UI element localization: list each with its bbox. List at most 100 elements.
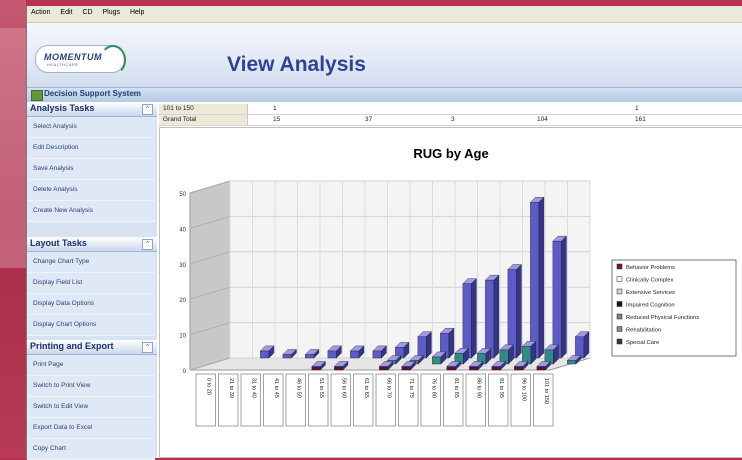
- task-save-analysis[interactable]: Save Analysis: [27, 159, 155, 180]
- x-tick-label: 76 to 80: [430, 378, 436, 398]
- chart-bar-front: [417, 336, 427, 359]
- x-tick-label: 56 to 60: [340, 378, 346, 398]
- chart-bar-front: [485, 279, 495, 359]
- grid-row-label[interactable]: 101 to 150: [159, 104, 248, 114]
- legend-label: Behavior Problems: [626, 265, 675, 271]
- chart-bar: [544, 344, 559, 365]
- x-tick-label: 91 to 95: [498, 378, 504, 398]
- chart-bar: [529, 196, 545, 359]
- task-delete-analysis[interactable]: Delete Analysis: [27, 180, 155, 201]
- chart-bar-front: [372, 350, 382, 359]
- chart-bar-front: [260, 350, 270, 359]
- task-print-page[interactable]: Print Page: [27, 355, 155, 376]
- chart-bar-front: [432, 356, 442, 365]
- legend-label: Impaired Cognition: [626, 303, 675, 309]
- legend-label: Extensive Services: [626, 290, 675, 296]
- chart-bar-front: [327, 350, 337, 359]
- task-display-field-list[interactable]: Display Field List: [27, 273, 155, 294]
- legend-swatch: [616, 263, 623, 270]
- y-tick-label: 40: [179, 227, 186, 233]
- task-switch-edit-view[interactable]: Switch to Edit View: [27, 397, 155, 418]
- x-tick-label: 41 to 45: [273, 378, 279, 398]
- app-window: Action Edit CD Plugs Help MOMENTUM HEALT…: [26, 6, 742, 460]
- task-create-new-analysis[interactable]: Create New Analysis: [27, 201, 155, 222]
- logo-tagline: HEALTHCARE: [47, 62, 79, 67]
- row-label-text: Grand Total: [163, 116, 197, 123]
- collapse-icon[interactable]: ^: [142, 239, 153, 250]
- task-copy-chart[interactable]: Copy Chart: [27, 439, 155, 460]
- task-switch-print-view[interactable]: Switch to Print View: [27, 376, 155, 397]
- collapse-icon[interactable]: ^: [142, 342, 153, 353]
- section-printing-export[interactable]: Printing and Export ^: [27, 340, 157, 355]
- legend-label: Reduced Physical Functions: [626, 315, 699, 321]
- dss-bar: Decision Support System: [27, 87, 742, 102]
- task-edit-description[interactable]: Edit Description: [27, 138, 155, 159]
- x-tick-label: 71 to 75: [408, 378, 414, 398]
- task-label: Display Field List: [33, 279, 83, 286]
- chart-bar-side: [538, 196, 545, 359]
- chart-bar-side: [448, 327, 455, 359]
- collapse-icon[interactable]: ^: [142, 104, 153, 115]
- legend-swatch: [616, 288, 623, 295]
- logo: MOMENTUM HEALTHCARE: [35, 45, 126, 75]
- chart-bar-front: [311, 366, 321, 371]
- grid-cell: 37: [365, 116, 373, 123]
- grid-cell: 15: [273, 116, 281, 123]
- task-change-chart-type[interactable]: Change Chart Type: [27, 252, 155, 273]
- x-tick-label: 46 to 50: [295, 378, 301, 398]
- grid-row: Grand Total 15 37 3 104 161: [159, 115, 742, 126]
- y-tick-label: 20: [179, 298, 186, 304]
- task-label: Switch to Print View: [33, 382, 91, 389]
- task-label: Display Data Options: [33, 300, 95, 307]
- grid-row: 101 to 150 1 1: [159, 104, 742, 115]
- task-export-excel[interactable]: Export Data to Excel: [27, 418, 155, 439]
- chart-bar-side: [471, 278, 477, 359]
- menu-edit[interactable]: Edit: [56, 6, 76, 16]
- grid-row-label[interactable]: Grand Total: [159, 115, 248, 125]
- logo-ring-icon: [100, 45, 126, 75]
- task-display-data-options[interactable]: Display Data Options: [27, 294, 155, 315]
- grid-cell: 161: [635, 116, 646, 123]
- chart-bar: [552, 235, 567, 359]
- chart-panel: RUG by Age 0 10 20 30 40 50 0 to 20 21 to 30 31 t…: [159, 127, 742, 458]
- chart-bar-side: [493, 274, 500, 359]
- legend-swatch: [616, 326, 623, 332]
- x-tick-label: 86 to 90: [475, 378, 481, 398]
- section-title: Analysis Tasks: [30, 103, 95, 113]
- section-title: Printing and Export: [30, 341, 114, 351]
- menu-plugs[interactable]: Plugs: [99, 6, 125, 16]
- chart-bar-front: [536, 366, 546, 371]
- legend-swatch: [616, 276, 623, 282]
- chart-bar-front: [462, 283, 472, 359]
- dss-label: Decision Support System: [44, 89, 141, 98]
- menu-action[interactable]: Action: [27, 6, 54, 16]
- legend-label: Special Care: [626, 340, 659, 346]
- task-label: Edit Description: [33, 144, 79, 151]
- chart-bar: [574, 331, 590, 359]
- task-display-chart-options[interactable]: Display Chart Options: [27, 315, 155, 336]
- chart-svg: RUG by Age 0 10 20 30 40 50 0 to 20 21 to 30 31 t…: [179, 146, 737, 427]
- chart-bar-side: [516, 264, 522, 359]
- x-tick-label: 66 to 70: [385, 378, 391, 398]
- chart-bar-front: [552, 240, 562, 359]
- y-tick-label: 0: [183, 369, 187, 375]
- task-label: Save Analysis: [33, 165, 74, 172]
- chart-bar: [521, 340, 537, 365]
- legend-label: Clinically Complex: [626, 278, 673, 284]
- x-tick-label: 81 to 85: [453, 378, 459, 398]
- dss-icon: [31, 90, 43, 101]
- section-analysis-tasks[interactable]: Analysis Tasks ^: [27, 102, 157, 117]
- menu-cd[interactable]: CD: [78, 6, 96, 16]
- chart-bar-front: [514, 366, 524, 371]
- task-label: Copy Chart: [33, 445, 66, 452]
- chart-bar: [484, 274, 500, 359]
- task-label: Export Data to Excel: [33, 424, 93, 431]
- row-label-text: 101 to 150: [163, 105, 194, 112]
- chart-bar-front: [379, 366, 389, 371]
- task-select-analysis[interactable]: Select Analysis: [27, 117, 155, 138]
- menu-help[interactable]: Help: [126, 6, 148, 16]
- chart-bar: [462, 278, 477, 359]
- y-tick-label: 50: [179, 192, 186, 198]
- chart-bar-front: [446, 366, 456, 371]
- section-layout-tasks[interactable]: Layout Tasks ^: [27, 237, 157, 252]
